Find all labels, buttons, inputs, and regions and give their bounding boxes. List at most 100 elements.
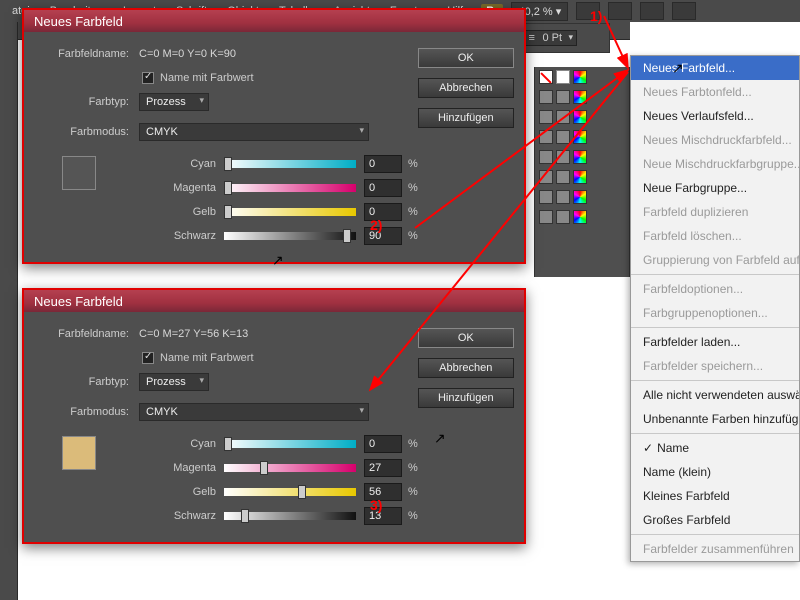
- swatch-cmyk-icon: [573, 90, 587, 104]
- swatch-item[interactable]: [556, 170, 570, 184]
- black-label: Schwarz: [166, 510, 224, 522]
- swatch-name-label: Farbfeldname:: [34, 328, 139, 340]
- flyout-view-name[interactable]: Name: [631, 436, 799, 460]
- toolbar-icon-4[interactable]: [672, 2, 696, 20]
- cyan-label: Cyan: [166, 438, 224, 450]
- flyout-view-small-name[interactable]: Name (klein): [631, 460, 799, 484]
- flyout-ungroup-swatch[interactable]: Gruppierung von Farbfeld aufheben: [631, 248, 799, 272]
- cyan-slider[interactable]: [224, 440, 356, 448]
- color-mode-label: Farbmodus:: [34, 126, 139, 138]
- cyan-label: Cyan: [166, 158, 224, 170]
- flyout-new-tint[interactable]: Neues Farbtonfeld...: [631, 80, 799, 104]
- swatch-registration[interactable]: [556, 70, 570, 84]
- black-slider[interactable]: [224, 232, 356, 240]
- dialog-title: Neues Farbfeld: [24, 290, 524, 312]
- flyout-save-swatches[interactable]: Farbfelder speichern...: [631, 354, 799, 378]
- name-with-value-checkbox[interactable]: [142, 352, 154, 364]
- name-with-value-checkbox[interactable]: [142, 72, 154, 84]
- name-with-value-label: Name mit Farbwert: [160, 72, 254, 84]
- flyout-duplicate-swatch[interactable]: Farbfeld duplizieren: [631, 200, 799, 224]
- swatch-cmyk-icon: [573, 110, 587, 124]
- yellow-label: Gelb: [166, 206, 224, 218]
- flyout-merge-swatches[interactable]: Farbfelder zusammenführen: [631, 537, 799, 561]
- color-type-dropdown[interactable]: Prozess: [139, 373, 209, 391]
- swatch-cmyk-icon: [573, 150, 587, 164]
- flyout-new-mixed-ink-group[interactable]: Neue Mischdruckfarbgruppe...: [631, 152, 799, 176]
- cyan-slider[interactable]: [224, 160, 356, 168]
- toolbar-icon-3[interactable]: [640, 2, 664, 20]
- swatch-cmyk-icon: [573, 210, 587, 224]
- swatch-none[interactable]: [539, 70, 553, 84]
- flyout-new-swatch[interactable]: Neues Farbfeld...: [631, 56, 799, 80]
- flyout-delete-swatch[interactable]: Farbfeld löschen...: [631, 224, 799, 248]
- add-button[interactable]: Hinzufügen: [418, 108, 514, 128]
- swatch-item[interactable]: [556, 150, 570, 164]
- cancel-button[interactable]: Abbrechen: [418, 358, 514, 378]
- swatch-item[interactable]: [556, 190, 570, 204]
- flyout-swatch-options[interactable]: Farbfeldoptionen...: [631, 277, 799, 301]
- color-mode-label: Farbmodus:: [34, 406, 139, 418]
- flyout-new-gradient[interactable]: Neues Verlaufsfeld...: [631, 104, 799, 128]
- swatch-name-label: Farbfeldname:: [34, 48, 139, 60]
- swatch-item[interactable]: [539, 150, 553, 164]
- ok-button[interactable]: OK: [418, 328, 514, 348]
- new-swatch-dialog-1: Neues Farbfeld Farbfeldname: C=0 M=0 Y=0…: [22, 8, 526, 264]
- swatch-item[interactable]: [539, 190, 553, 204]
- magenta-slider[interactable]: [224, 464, 356, 472]
- cyan-input[interactable]: 0: [364, 155, 402, 173]
- swatch-item[interactable]: [539, 130, 553, 144]
- swatch-item[interactable]: [556, 210, 570, 224]
- flyout-view-large-swatch[interactable]: Großes Farbfeld: [631, 508, 799, 532]
- toolbar-icon-2[interactable]: [608, 2, 632, 20]
- flyout-colorgroup-options[interactable]: Farbgruppenoptionen...: [631, 301, 799, 325]
- swatch-preview: [62, 156, 96, 190]
- cursor-icon: [272, 252, 286, 270]
- flyout-load-swatches[interactable]: Farbfelder laden...: [631, 330, 799, 354]
- swatch-item[interactable]: [539, 110, 553, 124]
- magenta-input[interactable]: 27: [364, 459, 402, 477]
- dialog-title: Neues Farbfeld: [24, 10, 524, 32]
- swatch-item[interactable]: [539, 90, 553, 104]
- cursor-icon: [434, 430, 448, 448]
- add-button[interactable]: Hinzufügen: [418, 388, 514, 408]
- black-slider[interactable]: [224, 512, 356, 520]
- ruler-vertical: [0, 22, 18, 600]
- swatch-cmyk-icon: [573, 70, 587, 84]
- flyout-new-color-group[interactable]: Neue Farbgruppe...: [631, 176, 799, 200]
- name-with-value-label: Name mit Farbwert: [160, 352, 254, 364]
- yellow-slider[interactable]: [224, 208, 356, 216]
- black-label: Schwarz: [166, 230, 224, 242]
- swatch-item[interactable]: [539, 210, 553, 224]
- magenta-slider[interactable]: [224, 184, 356, 192]
- swatch-item[interactable]: [556, 90, 570, 104]
- cancel-button[interactable]: Abbrechen: [418, 78, 514, 98]
- annotation-1: 1): [590, 8, 602, 24]
- magenta-label: Magenta: [166, 182, 224, 194]
- yellow-slider[interactable]: [224, 488, 356, 496]
- color-type-dropdown[interactable]: Prozess: [139, 93, 209, 111]
- flyout-select-unused[interactable]: Alle nicht verwendeten auswählen: [631, 383, 799, 407]
- swatch-preview: [62, 436, 96, 470]
- color-type-label: Farbtyp:: [34, 376, 139, 388]
- magenta-label: Magenta: [166, 462, 224, 474]
- flyout-new-mixed-ink[interactable]: Neues Mischdruckfarbfeld...: [631, 128, 799, 152]
- swatches-panel: [534, 67, 630, 277]
- cyan-input[interactable]: 0: [364, 435, 402, 453]
- magenta-input[interactable]: 0: [364, 179, 402, 197]
- flyout-separator: [631, 534, 799, 535]
- annotation-2: 2): [370, 217, 382, 233]
- flyout-separator: [631, 327, 799, 328]
- color-mode-dropdown[interactable]: CMYK: [139, 123, 369, 141]
- stroke-weight-dropdown[interactable]: 0 Pt: [523, 30, 577, 46]
- flyout-separator: [631, 380, 799, 381]
- flyout-add-unnamed[interactable]: Unbenannte Farben hinzufügen: [631, 407, 799, 431]
- swatch-cmyk-icon: [573, 170, 587, 184]
- swatch-item[interactable]: [556, 110, 570, 124]
- swatch-name-value: C=0 M=0 Y=0 K=90: [139, 48, 236, 60]
- ok-button[interactable]: OK: [418, 48, 514, 68]
- swatch-item[interactable]: [539, 170, 553, 184]
- swatch-item[interactable]: [556, 130, 570, 144]
- swatch-cmyk-icon: [573, 190, 587, 204]
- flyout-view-small-swatch[interactable]: Kleines Farbfeld: [631, 484, 799, 508]
- color-mode-dropdown[interactable]: CMYK: [139, 403, 369, 421]
